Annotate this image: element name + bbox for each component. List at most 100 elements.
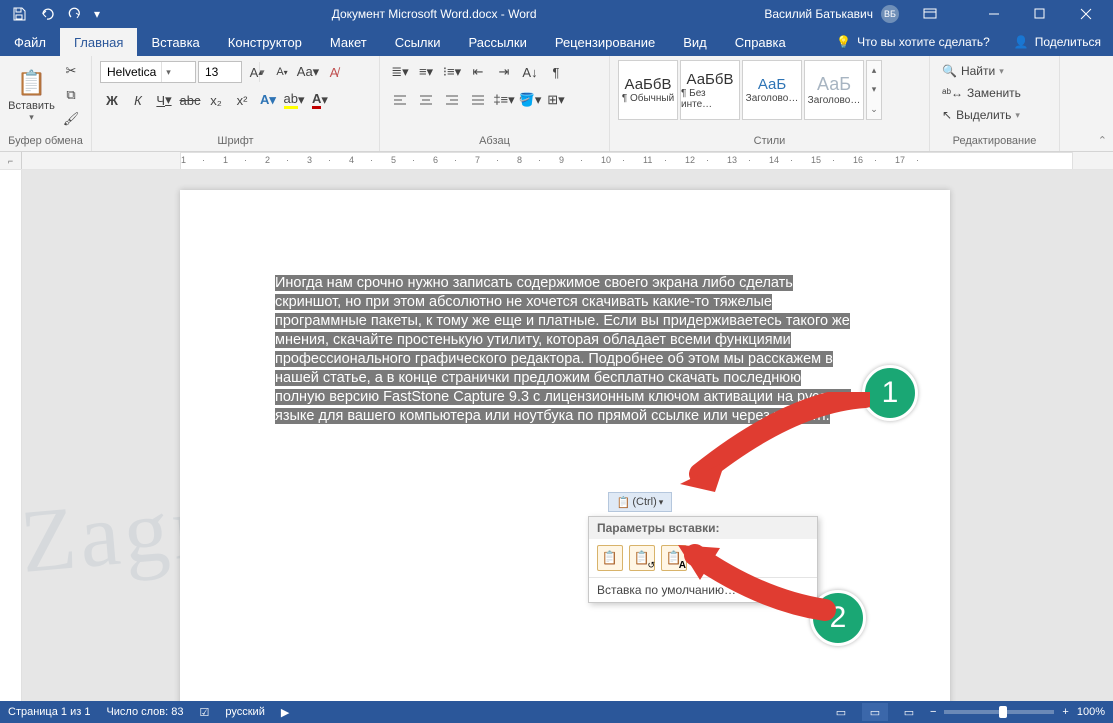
status-language[interactable]: русский: [225, 706, 264, 718]
tab-file[interactable]: Файл: [0, 28, 60, 56]
tab-design[interactable]: Конструктор: [214, 28, 316, 56]
view-print-layout-icon[interactable]: ▭: [862, 703, 888, 721]
ribbon-display-options-icon[interactable]: [907, 0, 953, 28]
group-styles: АаБбВ¶ Обычный АаБбВ¶ Без инте… АаБЗагол…: [610, 56, 930, 151]
font-size-combo[interactable]: 13▾: [198, 61, 242, 83]
paste-button[interactable]: 📋 Вставить ▾: [8, 60, 55, 130]
group-label-paragraph: Абзац: [388, 133, 601, 149]
multilevel-list-icon[interactable]: ⁝≡▾: [440, 61, 464, 83]
find-button[interactable]: 🔍Найти▾: [938, 60, 1051, 82]
ribbon: 📋 Вставить ▾ ✂ ⧉ 🖌 Буфер обмена Helvetic…: [0, 56, 1113, 152]
save-icon[interactable]: [6, 2, 32, 26]
line-spacing-icon[interactable]: ‡≡▾: [492, 89, 516, 111]
bold-button[interactable]: Ж: [100, 89, 124, 111]
minimize-button[interactable]: [971, 0, 1017, 28]
title-right: Василий Батькавич ВБ: [764, 0, 1113, 28]
increase-indent-icon[interactable]: ⇥: [492, 61, 516, 83]
group-label-font: Шрифт: [100, 133, 371, 149]
tab-mailings[interactable]: Рассылки: [454, 28, 540, 56]
font-name-combo[interactable]: Helvetica▾: [100, 61, 196, 83]
zoom-out-button[interactable]: −: [930, 706, 936, 718]
vertical-ruler[interactable]: [0, 170, 22, 701]
copy-icon[interactable]: ⧉: [59, 84, 83, 106]
group-label-styles: Стили: [618, 133, 921, 149]
view-web-layout-icon[interactable]: ▭: [896, 703, 922, 721]
group-editing: 🔍Найти▾ ᵃᵇ↔Заменить ↖Выделить▾ Редактиро…: [930, 56, 1060, 151]
italic-button[interactable]: К: [126, 89, 150, 111]
tab-layout[interactable]: Макет: [316, 28, 381, 56]
group-label-clipboard: Буфер обмена: [8, 133, 83, 149]
numbering-icon[interactable]: ≡▾: [414, 61, 438, 83]
tab-references[interactable]: Ссылки: [381, 28, 455, 56]
paste-merge-formatting-icon[interactable]: 📋↺: [629, 545, 655, 571]
paste-options-tag[interactable]: 📋 (Ctrl)▾: [608, 492, 672, 512]
status-word-count[interactable]: Число слов: 83: [106, 706, 183, 718]
paste-keep-source-icon[interactable]: 📋: [597, 545, 623, 571]
tab-home[interactable]: Главная: [60, 28, 137, 56]
status-bar: Страница 1 из 1 Число слов: 83 ☑ русский…: [0, 701, 1113, 723]
annotation-arrow-2: [660, 540, 840, 630]
superscript-button[interactable]: x²: [230, 89, 254, 111]
sort-icon[interactable]: A↓: [518, 61, 542, 83]
grow-font-icon[interactable]: A▴: [244, 61, 268, 83]
share-icon: 👤: [1014, 35, 1029, 49]
styles-gallery[interactable]: АаБбВ¶ Обычный АаБбВ¶ Без инте… АаБЗагол…: [618, 60, 882, 120]
select-button[interactable]: ↖Выделить▾: [938, 104, 1051, 126]
tab-insert[interactable]: Вставка: [137, 28, 213, 56]
tab-help[interactable]: Справка: [721, 28, 800, 56]
highlight-color-icon[interactable]: ab▾: [282, 89, 306, 111]
user-name[interactable]: Василий Батькавич: [764, 7, 873, 21]
share-button[interactable]: 👤 Поделиться: [1002, 28, 1113, 56]
align-left-icon[interactable]: [388, 89, 412, 111]
show-marks-icon[interactable]: ¶: [544, 61, 568, 83]
status-page[interactable]: Страница 1 из 1: [8, 706, 90, 718]
horizontal-ruler[interactable]: ⌐ 1·1·2·3·4·5·6·7·8·9·10·11·12·13·14·15·…: [0, 152, 1113, 170]
share-label: Поделиться: [1035, 35, 1101, 49]
clear-formatting-icon[interactable]: A̸: [322, 61, 346, 83]
font-color-icon[interactable]: A▾: [308, 89, 332, 111]
zoom-in-button[interactable]: +: [1062, 706, 1068, 718]
undo-icon[interactable]: [34, 2, 60, 26]
qat-more-icon[interactable]: ▾: [90, 2, 104, 26]
align-center-icon[interactable]: [414, 89, 438, 111]
align-right-icon[interactable]: [440, 89, 464, 111]
maximize-button[interactable]: [1017, 0, 1063, 28]
view-read-mode-icon[interactable]: ▭: [828, 703, 854, 721]
close-button[interactable]: [1063, 0, 1109, 28]
status-macro-icon[interactable]: ▶: [281, 706, 289, 719]
bullets-icon[interactable]: ≣▾: [388, 61, 412, 83]
cut-icon[interactable]: ✂: [59, 60, 83, 82]
tell-me-search[interactable]: 💡 Что вы хотите сделать?: [824, 28, 1002, 56]
redo-icon[interactable]: [62, 2, 88, 26]
paste-icon: 📋: [16, 68, 48, 100]
paste-options-header: Параметры вставки:: [589, 517, 817, 539]
change-case-icon[interactable]: Aa▾: [296, 61, 320, 83]
format-painter-icon[interactable]: 🖌: [59, 108, 83, 130]
group-label-editing: Редактирование: [938, 133, 1051, 149]
shading-icon[interactable]: 🪣▾: [518, 89, 542, 111]
replace-button[interactable]: ᵃᵇ↔Заменить: [938, 82, 1051, 104]
style-normal[interactable]: АаБбВ¶ Обычный: [618, 60, 678, 120]
styles-scroll[interactable]: ▴▾⌄: [866, 60, 882, 120]
style-heading1[interactable]: АаБЗаголово…: [742, 60, 802, 120]
find-icon: 🔍: [942, 64, 957, 78]
underline-button[interactable]: Ч▾: [152, 89, 176, 111]
text-effects-icon[interactable]: A▾: [256, 89, 280, 111]
collapse-ribbon-icon[interactable]: ⌃: [1098, 134, 1107, 147]
zoom-slider[interactable]: [944, 710, 1054, 714]
shrink-font-icon[interactable]: A▾: [270, 61, 294, 83]
tab-review[interactable]: Рецензирование: [541, 28, 669, 56]
borders-icon[interactable]: ⊞▾: [544, 89, 568, 111]
user-avatar[interactable]: ВБ: [881, 5, 899, 23]
style-no-spacing[interactable]: АаБбВ¶ Без инте…: [680, 60, 740, 120]
subscript-button[interactable]: x₂: [204, 89, 228, 111]
style-heading2[interactable]: АаБЗаголово…: [804, 60, 864, 120]
status-proofing-icon[interactable]: ☑: [200, 706, 210, 719]
strikethrough-button[interactable]: abc: [178, 89, 202, 111]
ruler-corner: ⌐: [0, 152, 22, 170]
justify-icon[interactable]: [466, 89, 490, 111]
zoom-level[interactable]: 100%: [1077, 706, 1105, 718]
tell-me-label: Что вы хотите сделать?: [857, 35, 990, 49]
decrease-indent-icon[interactable]: ⇤: [466, 61, 490, 83]
tab-view[interactable]: Вид: [669, 28, 721, 56]
